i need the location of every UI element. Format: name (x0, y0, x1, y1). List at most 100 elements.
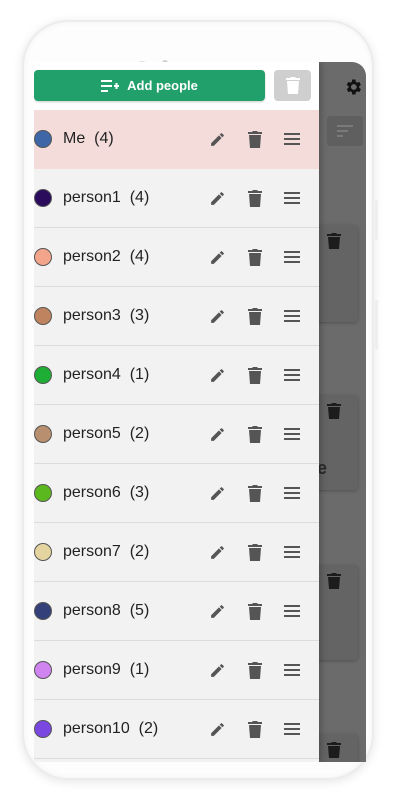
drag-handle[interactable] (280, 186, 304, 210)
person-color-dot[interactable] (34, 189, 52, 207)
gear-icon[interactable] (343, 77, 363, 97)
person-color-dot[interactable] (34, 484, 52, 502)
person-row[interactable]: person1 (4) (34, 169, 319, 228)
person-label: person7 (2) (63, 543, 149, 561)
add-people-button[interactable]: Add people (34, 70, 265, 101)
person-name: person4 (63, 366, 121, 383)
drag-handle-icon (284, 133, 300, 145)
edit-button[interactable] (205, 422, 229, 446)
edit-button[interactable] (205, 599, 229, 623)
person-row[interactable]: Me (4) (34, 110, 319, 169)
person-count: (5) (129, 602, 150, 619)
drag-handle[interactable] (280, 363, 304, 387)
trash-icon (248, 189, 262, 207)
edit-button[interactable] (205, 540, 229, 564)
edit-button[interactable] (205, 481, 229, 505)
person-count: (4) (129, 189, 150, 206)
pencil-icon (210, 545, 224, 559)
delete-button[interactable] (243, 658, 267, 682)
drag-handle[interactable] (280, 422, 304, 446)
person-row[interactable]: person7 (2) (34, 523, 319, 582)
person-count: (2) (138, 720, 159, 737)
drag-handle[interactable] (280, 540, 304, 564)
person-color-dot[interactable] (34, 130, 52, 148)
trash-icon (248, 661, 262, 679)
person-color-dot[interactable] (34, 661, 52, 679)
person-count: (2) (129, 425, 150, 442)
sort-button[interactable] (327, 116, 363, 146)
delete-button[interactable] (243, 186, 267, 210)
edit-button[interactable] (205, 304, 229, 328)
person-count: (1) (129, 366, 150, 383)
person-color-dot[interactable] (34, 307, 52, 325)
drag-handle-icon (284, 546, 300, 558)
person-color-dot[interactable] (34, 543, 52, 561)
person-row[interactable]: person8 (5) (34, 582, 319, 641)
person-row[interactable]: person2 (4) (34, 228, 319, 287)
trash-icon (248, 720, 262, 738)
delete-button[interactable] (243, 422, 267, 446)
drag-handle[interactable] (280, 717, 304, 741)
delete-button[interactable] (243, 245, 267, 269)
person-color-dot[interactable] (34, 366, 52, 384)
trash-icon (248, 484, 262, 502)
trash-icon (248, 130, 262, 148)
delete-button[interactable] (243, 599, 267, 623)
drag-handle-icon (284, 192, 300, 204)
person-row[interactable]: person3 (3) (34, 287, 319, 346)
drag-handle[interactable] (280, 481, 304, 505)
person-color-dot[interactable] (34, 602, 52, 620)
person-label: person3 (3) (63, 307, 149, 325)
delete-button[interactable] (243, 127, 267, 151)
pencil-icon (210, 486, 224, 500)
trash-icon (248, 366, 262, 384)
delete-button[interactable] (243, 481, 267, 505)
edit-button[interactable] (205, 186, 229, 210)
trash-icon (327, 742, 341, 758)
trash-icon (248, 248, 262, 266)
background-card (314, 565, 358, 660)
person-color-dot[interactable] (34, 248, 52, 266)
delete-button[interactable] (243, 363, 267, 387)
person-name: person1 (63, 189, 121, 206)
person-row[interactable]: person5 (2) (34, 405, 319, 464)
edit-button[interactable] (205, 717, 229, 741)
person-row[interactable]: person4 (1) (34, 346, 319, 405)
background-card (314, 734, 358, 762)
background-card (314, 225, 358, 322)
people-drawer: Add people Me (4) person1 (4) person2 (4… (34, 62, 319, 762)
person-label: person10 (2) (63, 720, 158, 738)
drag-handle[interactable] (280, 658, 304, 682)
person-count: (2) (129, 543, 150, 560)
person-label: person4 (1) (63, 366, 149, 384)
drag-handle-icon (284, 369, 300, 381)
delete-button[interactable] (243, 540, 267, 564)
delete-all-button[interactable] (274, 70, 311, 101)
person-row[interactable]: person6 (3) (34, 464, 319, 523)
drag-handle[interactable] (280, 599, 304, 623)
person-row[interactable]: person10 (2) (34, 700, 319, 759)
trash-icon (285, 77, 300, 94)
drag-handle[interactable] (280, 245, 304, 269)
drag-handle[interactable] (280, 127, 304, 151)
person-row[interactable]: person9 (1) (34, 641, 319, 700)
pencil-icon (210, 191, 224, 205)
drag-handle-icon (284, 251, 300, 263)
pencil-icon (210, 663, 224, 677)
sort-icon (337, 125, 353, 137)
drag-handle[interactable] (280, 304, 304, 328)
trash-icon (327, 573, 341, 589)
person-count: (3) (129, 484, 150, 501)
person-count: (1) (129, 661, 150, 678)
edit-button[interactable] (205, 363, 229, 387)
delete-button[interactable] (243, 304, 267, 328)
person-color-dot[interactable] (34, 425, 52, 443)
trash-icon (248, 543, 262, 561)
edit-button[interactable] (205, 245, 229, 269)
person-label: person9 (1) (63, 661, 149, 679)
person-color-dot[interactable] (34, 720, 52, 738)
delete-button[interactable] (243, 717, 267, 741)
person-name: person8 (63, 602, 121, 619)
edit-button[interactable] (205, 127, 229, 151)
edit-button[interactable] (205, 658, 229, 682)
